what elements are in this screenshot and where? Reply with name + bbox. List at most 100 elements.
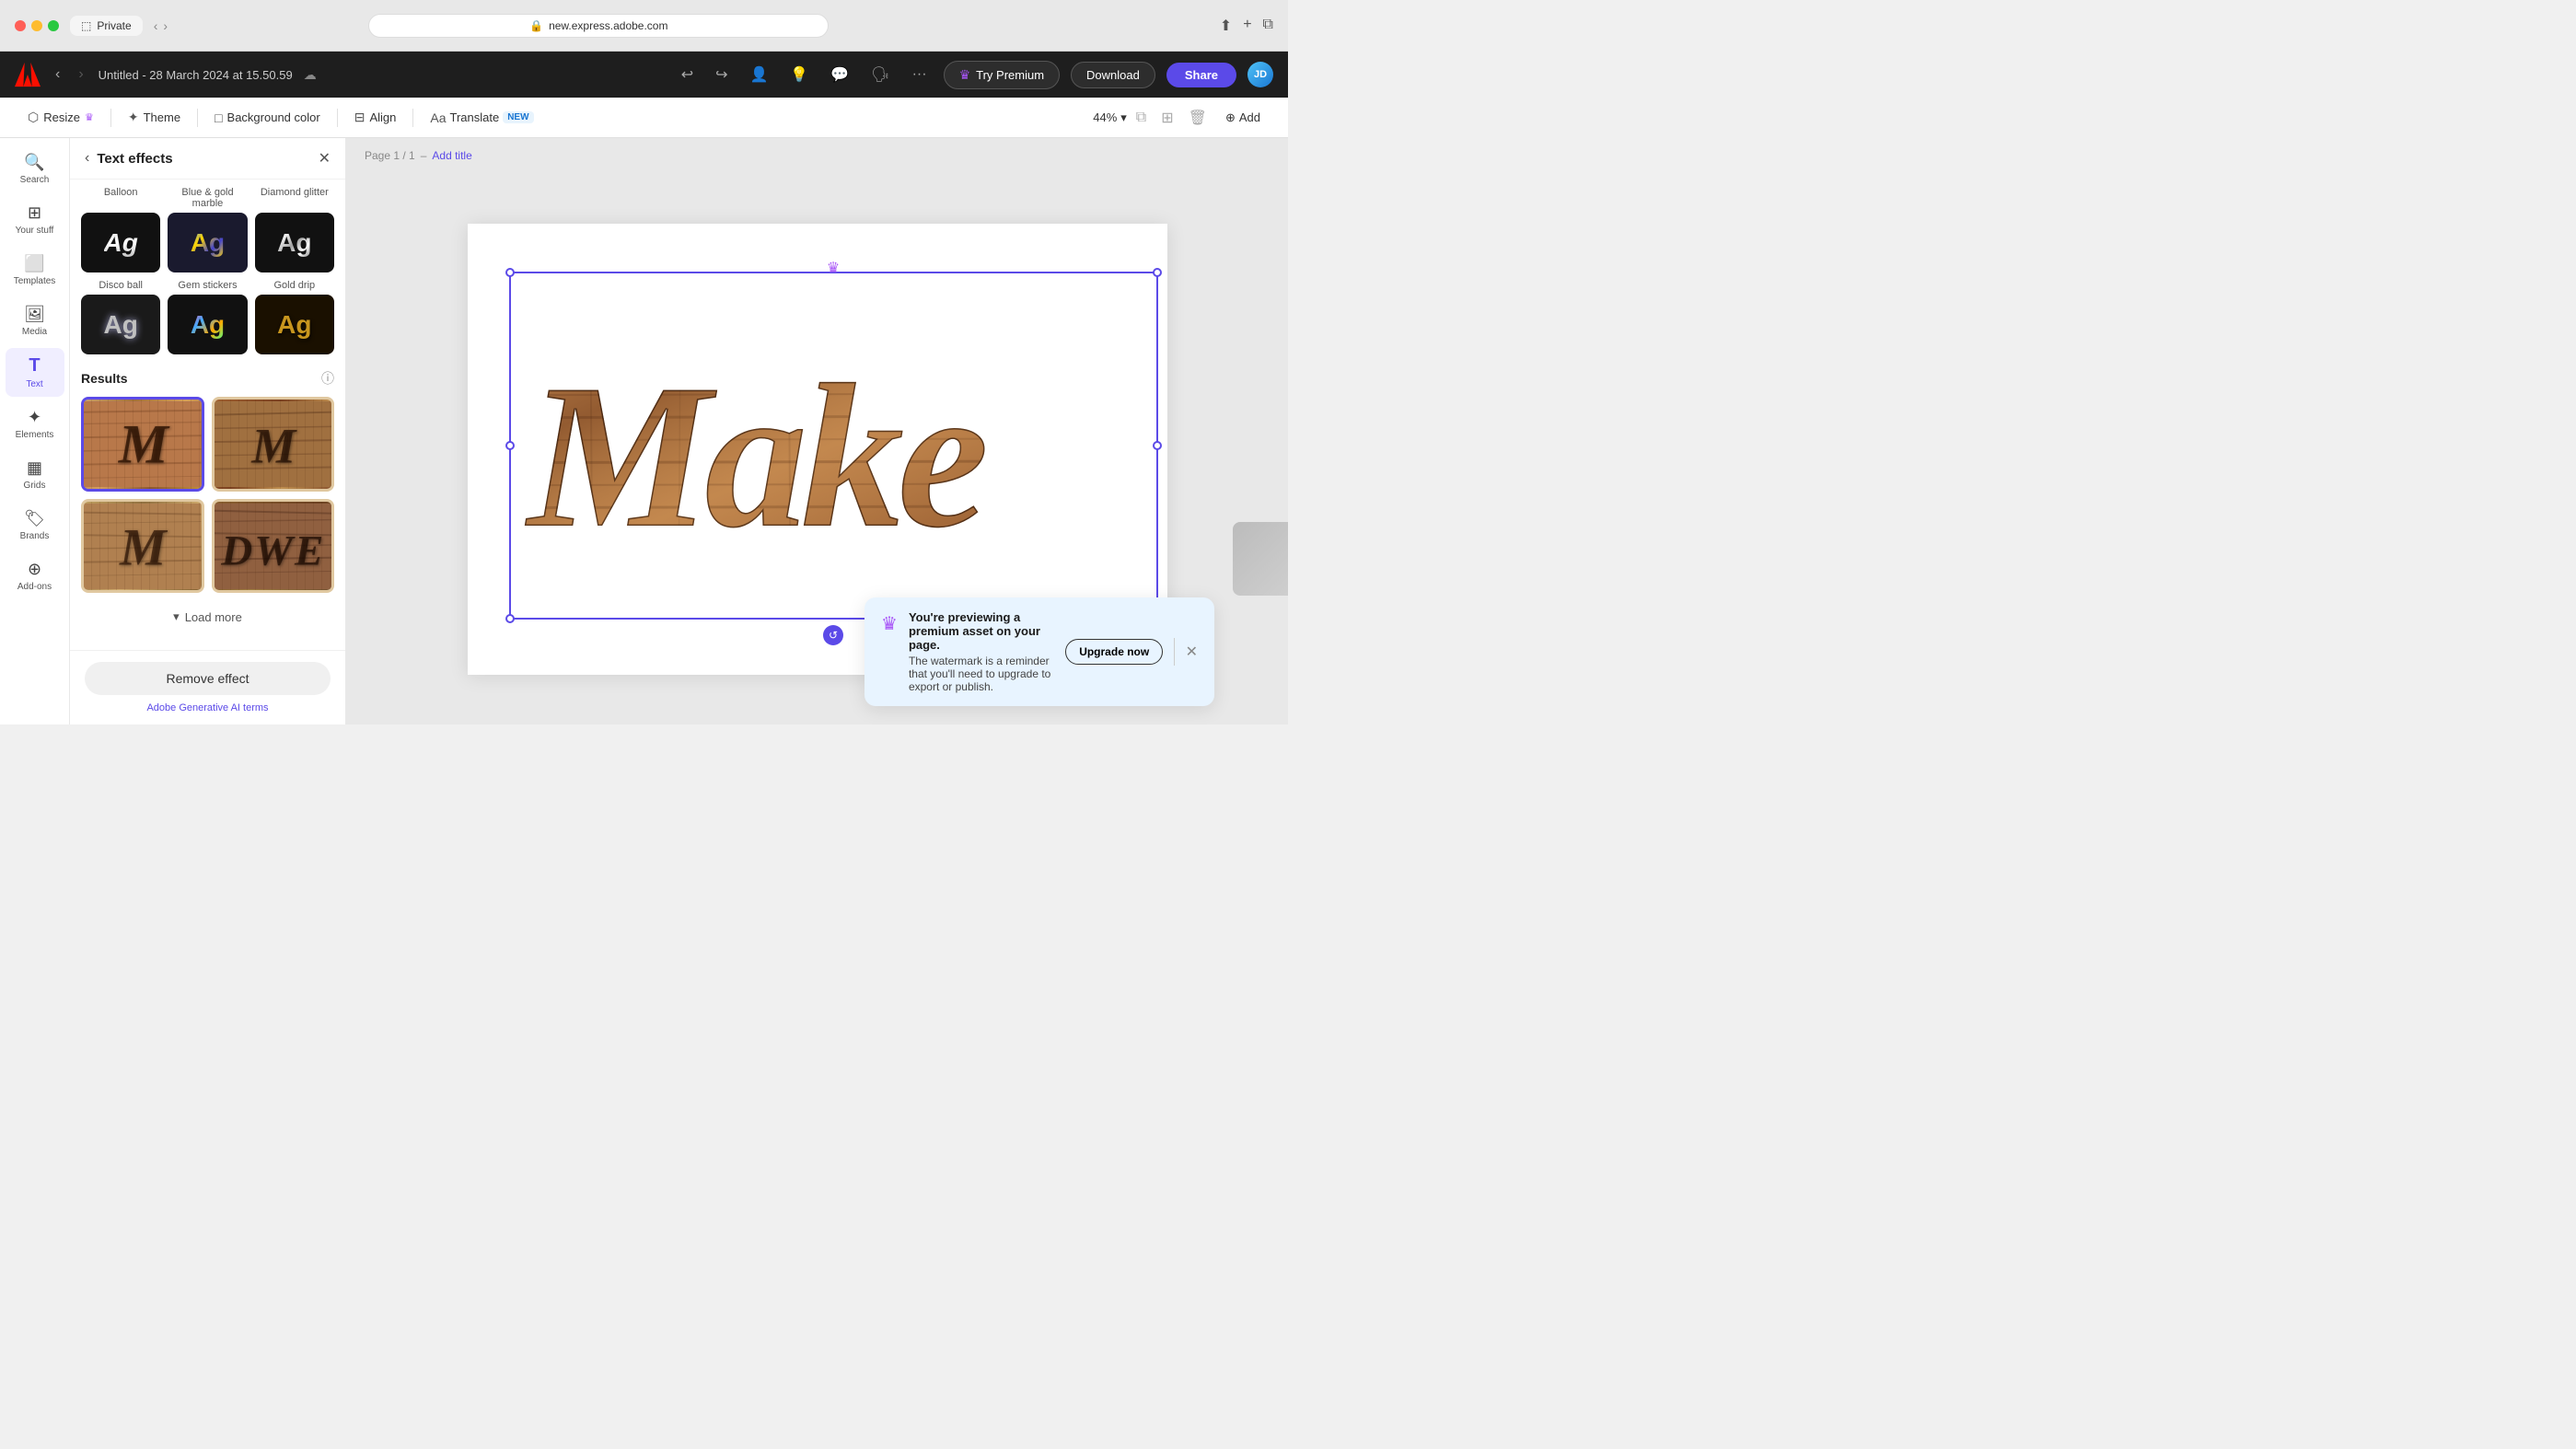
close-button[interactable] <box>15 20 26 31</box>
lock-icon: 🔒 <box>529 19 543 32</box>
comment-button[interactable]: 💬 <box>825 62 854 87</box>
panel-back-button[interactable]: ‹ <box>85 150 89 167</box>
redo-button[interactable]: ↪ <box>710 62 733 87</box>
sidebar-icons: 🔍 Search ⊞ Your stuff ⬜ Templates 🖼 Medi… <box>0 138 70 724</box>
resize-button[interactable]: ⬡ Resize ♛ <box>18 105 103 130</box>
zoom-control[interactable]: 44% ▾ <box>1093 110 1127 125</box>
remove-effect-label: Remove effect <box>166 671 249 686</box>
result-item-2[interactable]: M <box>212 397 335 492</box>
gem-preview[interactable]: Ag <box>168 295 247 354</box>
delete-button[interactable]: 🗑 <box>1183 105 1213 131</box>
divider4 <box>412 109 413 127</box>
add-button[interactable]: ⊕ Add <box>1216 106 1270 130</box>
user-avatar[interactable]: JD <box>1247 62 1273 87</box>
share-label: Share <box>1185 68 1218 82</box>
handle-top-right[interactable] <box>1153 268 1162 277</box>
top-bar: ‹ › Untitled - 28 March 2024 at 15.50.59… <box>0 52 1288 98</box>
ai-terms-link[interactable]: Adobe Generative AI terms <box>85 702 331 713</box>
featured-labels-row1: Balloon Blue & gold marble Diamond glitt… <box>81 180 334 209</box>
tab-icon: ⬚ <box>81 19 91 32</box>
toolbar-end-icons: ⧉ ⊞ 🗑 ⊕ Add <box>1131 105 1270 131</box>
canvas-text-area: Make Make <box>518 279 1149 610</box>
separator: – <box>421 149 427 162</box>
upgrade-now-button[interactable]: Upgrade now <box>1065 639 1163 665</box>
handle-bottom-left[interactable] <box>505 614 515 623</box>
try-premium-button[interactable]: ♛ Try Premium <box>944 61 1060 89</box>
download-button[interactable]: Download <box>1071 62 1155 88</box>
load-more-button[interactable]: ▾ Load more <box>81 600 334 633</box>
media-icon: 🖼 <box>24 305 45 324</box>
svg-text:M: M <box>118 413 170 475</box>
gold-label: Gold drip <box>255 280 334 291</box>
second-toolbar: ⬡ Resize ♛ ✦ Theme □ Background color ⊟ … <box>0 98 1288 138</box>
result-item-4[interactable]: DWE <box>212 499 335 594</box>
gold-preview[interactable]: Ag <box>255 295 334 354</box>
canvas-text-stroke: Make <box>524 341 984 571</box>
grid-view-button[interactable]: ⊞ <box>1155 105 1178 131</box>
panel-close-button[interactable]: ✕ <box>319 149 331 168</box>
handle-middle-right[interactable] <box>1153 441 1162 450</box>
duplicate-page-button[interactable]: ⧉ <box>1131 106 1152 130</box>
fullscreen-button[interactable] <box>48 20 59 31</box>
back-arrow[interactable]: ‹ <box>154 18 158 33</box>
sidebar-item-grids[interactable]: ▦ Grids <box>6 451 64 498</box>
translate-button[interactable]: Aa Translate NEW <box>421 106 542 130</box>
share-icon[interactable]: ⬆ <box>1220 17 1232 35</box>
more-options-button[interactable]: ··· <box>907 63 933 87</box>
add-collaborator-button[interactable]: 👤 <box>745 62 774 87</box>
featured-previews-row1: Ag Ag Ag <box>81 213 334 272</box>
load-more-label: Load more <box>185 610 242 624</box>
forward-arrow[interactable]: › <box>163 18 168 33</box>
wood-svg-3: M <box>84 503 202 590</box>
remove-effect-button[interactable]: Remove effect <box>85 662 331 695</box>
results-info-icon[interactable]: ⓘ <box>321 369 334 388</box>
minimize-button[interactable] <box>31 20 42 31</box>
add-title-link[interactable]: Add title <box>432 149 471 162</box>
blue-gold-text: Ag <box>191 228 225 258</box>
browser-tab[interactable]: ⬚ Private <box>70 16 143 36</box>
panel-scroll[interactable]: Balloon Blue & gold marble Diamond glitt… <box>70 180 345 650</box>
address-bar[interactable]: 🔒 new.express.adobe.com <box>368 14 829 38</box>
background-color-button[interactable]: □ Background color <box>205 106 330 130</box>
handle-top-left[interactable] <box>505 268 515 277</box>
disco-preview[interactable]: Ag <box>81 295 160 354</box>
new-tab-icon[interactable]: + <box>1243 17 1251 35</box>
templates-icon: ⬜ <box>24 254 44 273</box>
diamond-preview[interactable]: Ag <box>255 213 334 272</box>
undo-button[interactable]: ↩ <box>676 62 699 87</box>
forward-button[interactable]: › <box>75 63 87 87</box>
sidebar-item-media[interactable]: 🖼 Media <box>6 297 64 344</box>
speech-button[interactable]: 🗣 <box>865 62 895 87</box>
sidebar-item-your-stuff[interactable]: ⊞ Your stuff <box>6 196 64 243</box>
sidebar-your-stuff-label: Your stuff <box>16 226 54 236</box>
gold-text: Ag <box>277 310 311 340</box>
sidebar-item-search[interactable]: 🔍 Search <box>6 145 64 192</box>
handle-middle-left[interactable] <box>505 441 515 450</box>
result-item-3[interactable]: M <box>81 499 204 594</box>
blue-gold-preview[interactable]: Ag <box>168 213 247 272</box>
sidebar-item-brands[interactable]: 🏷 Brands <box>6 502 64 549</box>
align-button[interactable]: ⊟ Align <box>345 105 406 130</box>
align-icon: ⊟ <box>354 110 366 125</box>
theme-button[interactable]: ✦ Theme <box>119 105 190 130</box>
notification-close-button[interactable]: ✕ <box>1186 643 1198 661</box>
disco-label: Disco ball <box>81 280 160 291</box>
balloon-preview[interactable]: Ag <box>81 213 160 272</box>
sidebar-item-elements[interactable]: ✦ Elements <box>6 400 64 447</box>
blue-gold-label: Blue & gold marble <box>168 187 247 209</box>
sidebar-item-text[interactable]: T Text <box>6 348 64 397</box>
gem-text: Ag <box>191 310 225 340</box>
premium-notification: ♛ You're previewing a premium asset on y… <box>864 597 1214 706</box>
premium-resize-icon: ♛ <box>85 111 94 123</box>
tabs-icon[interactable]: ⧉ <box>1263 17 1273 35</box>
sidebar-item-add-ons[interactable]: ⊕ Add-ons <box>6 552 64 599</box>
rotate-handle[interactable]: ↺ <box>823 625 843 645</box>
divider2 <box>197 109 198 127</box>
share-button[interactable]: Share <box>1166 63 1236 87</box>
premium-crown-icon: ♛ <box>827 259 840 277</box>
sidebar-item-templates[interactable]: ⬜ Templates <box>6 247 64 294</box>
lightbulb-button[interactable]: 💡 <box>784 62 814 87</box>
back-button[interactable]: ‹ <box>52 63 64 87</box>
main-content: 🔍 Search ⊞ Your stuff ⬜ Templates 🖼 Medi… <box>0 138 1288 724</box>
result-item-1[interactable]: M <box>81 397 204 492</box>
